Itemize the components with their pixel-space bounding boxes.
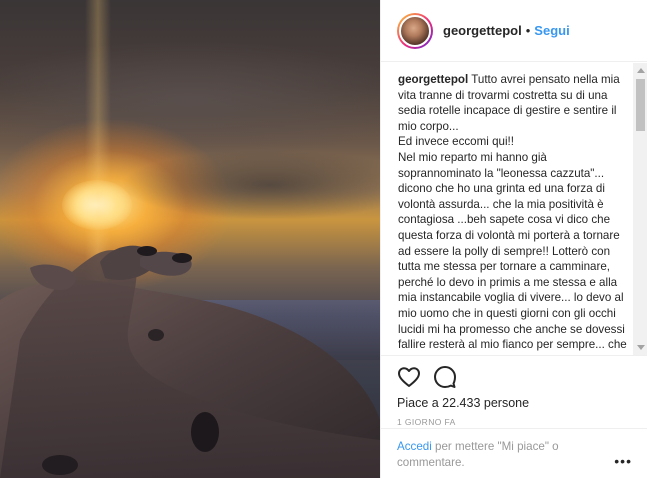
avatar-story-ring[interactable] [397,12,433,49]
action-icons [397,364,632,390]
login-prompt: Accedi per mettere "Mi piace" o commenta… [397,439,607,470]
follow-button[interactable]: Segui [534,23,569,38]
post-photo[interactable] [0,0,380,478]
instagram-post: georgettepol • Segui georgettepol Tutto … [0,0,647,478]
header-username[interactable]: georgettepol [443,23,522,38]
caption-scroll-area[interactable]: georgettepol Tutto avrei pensato nella m… [381,63,647,355]
avatar[interactable] [399,14,431,47]
post-actions: Piace a 22.433 persone 1 GIORNO FA [381,355,647,427]
header-separator: • [525,23,531,38]
login-link[interactable]: Accedi [397,440,432,453]
comment-bubble-icon[interactable] [433,365,457,389]
more-options-icon[interactable]: ••• [614,453,632,469]
post-timestamp[interactable]: 1 GIORNO FA [397,417,632,427]
post-header: georgettepol • Segui [381,0,647,62]
likes-count[interactable]: Piace a 22.433 persone [397,396,632,410]
post-sidebar: georgettepol • Segui georgettepol Tutto … [380,0,647,478]
post-caption: georgettepol Tutto avrei pensato nella m… [398,72,630,355]
scroll-up-arrow-icon[interactable] [633,63,647,78]
caption-scrollbar[interactable] [633,63,647,355]
scroll-down-arrow-icon[interactable] [633,340,647,355]
photo-hands-silhouette [0,245,380,478]
heart-icon[interactable] [397,365,421,389]
caption-username[interactable]: georgettepol [398,73,468,86]
caption-text: Tutto avrei pensato nella mia vita trann… [398,73,627,355]
scrollbar-thumb[interactable] [636,79,645,131]
comment-section: Accedi per mettere "Mi piace" o commenta… [381,428,647,478]
